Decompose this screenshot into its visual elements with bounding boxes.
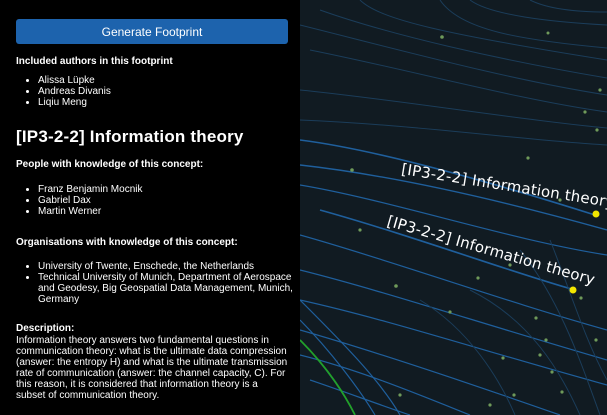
graph-node[interactable] [440, 35, 444, 39]
graph-edge [419, 299, 516, 415]
graph-edge [300, 319, 376, 415]
author-item: Liqiu Meng [38, 97, 111, 108]
graph-node[interactable] [550, 370, 554, 374]
graph-node[interactable] [534, 316, 538, 320]
graph-node[interactable] [544, 338, 548, 342]
graph-node[interactable] [594, 338, 598, 342]
person-item: Gabriel Dax [38, 195, 142, 206]
generate-footprint-button[interactable]: Generate Footprint [16, 19, 288, 44]
graph-edges [300, 0, 607, 415]
authors-heading: Included authors in this footprint [16, 56, 173, 67]
graph-node[interactable] [394, 284, 398, 288]
graph-node[interactable] [579, 296, 583, 300]
graph-edge [300, 339, 356, 415]
graph-edge [309, 49, 607, 113]
graph-edge [300, 299, 401, 415]
description-heading: Description: [16, 323, 75, 334]
concept-graph-visualization[interactable]: [IP3-2-2] Information theory [IP3-2-2] I… [300, 0, 607, 415]
graph-node[interactable] [398, 393, 402, 397]
graph-node[interactable] [448, 310, 452, 314]
graph-node[interactable] [488, 403, 492, 407]
graph-edge [469, 289, 581, 415]
highlighted-node[interactable] [592, 210, 600, 218]
graph-edge [529, 0, 607, 13]
organisations-heading: Organisations with knowledge of this con… [16, 237, 238, 248]
person-item: Franz Benjamin Mocnik [38, 184, 142, 195]
app-root: [IP3-2-2] Information theory [IP3-2-2] I… [0, 0, 607, 415]
people-list: Franz Benjamin Mocnik Gabriel Dax Martin… [16, 184, 142, 217]
highlighted-node[interactable] [569, 286, 577, 294]
organisation-item: University of Twente, Enschede, the Neth… [38, 261, 300, 272]
author-item: Alissa Lüpke [38, 75, 111, 86]
graph-edge [300, 329, 561, 415]
graph-node[interactable] [476, 276, 480, 280]
graph-edge-highlight [300, 339, 356, 415]
graph-node[interactable] [350, 168, 354, 172]
footprint-sidebar: Generate Footprint Included authors in t… [0, 0, 300, 415]
graph-node[interactable] [512, 393, 516, 397]
graph-edge [300, 119, 607, 146]
graph-node[interactable] [598, 88, 602, 92]
graph-edge [319, 209, 576, 291]
authors-list: Alissa Lüpke Andreas Divanis Liqiu Meng [16, 75, 111, 108]
graph-canvas[interactable] [300, 0, 607, 415]
graph-node[interactable] [560, 390, 564, 394]
graph-edge [300, 24, 607, 96]
graph-node[interactable] [526, 156, 530, 160]
organisation-item: Technical University of Munich, Departme… [38, 272, 300, 305]
graph-node[interactable] [546, 31, 550, 35]
graph-edge [319, 9, 607, 79]
graph-node[interactable] [358, 228, 362, 232]
people-heading: People with knowledge of this concept: [16, 159, 204, 170]
graph-node[interactable] [501, 356, 505, 360]
graph-node[interactable] [583, 110, 587, 114]
person-item: Martin Werner [38, 206, 142, 217]
graph-node[interactable] [538, 353, 542, 357]
graph-edge [439, 0, 607, 49]
author-item: Andreas Divanis [38, 86, 111, 97]
concept-title: [IP3-2-2] Information theory [16, 127, 244, 146]
graph-edge [359, 0, 607, 61]
graph-node[interactable] [595, 128, 599, 132]
description-text: Information theory answers two fundament… [16, 335, 288, 401]
organisations-list: University of Twente, Enschede, the Neth… [16, 261, 300, 305]
